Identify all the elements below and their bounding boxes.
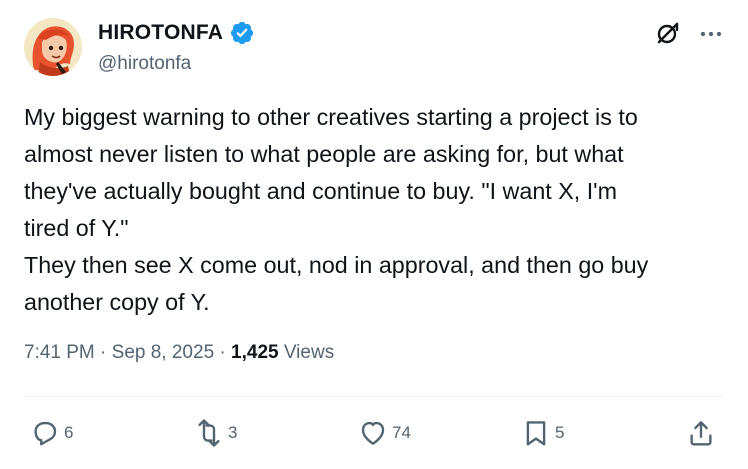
repost-button[interactable]: 3: [194, 418, 237, 448]
bookmark-count: 5: [555, 423, 565, 442]
more-icon[interactable]: [698, 21, 724, 47]
bookmark-icon: [526, 421, 546, 446]
avatar[interactable]: [24, 18, 82, 76]
repost-count: 3: [228, 423, 238, 442]
grok-icon[interactable]: [655, 20, 681, 46]
like-icon: [361, 421, 385, 445]
meta-separator: ·: [214, 342, 232, 363]
divider: [24, 396, 724, 397]
like-button[interactable]: 74: [358, 418, 411, 448]
author-handle[interactable]: @hirotonfa: [98, 53, 191, 75]
tweet-date[interactable]: Sep 8, 2025: [112, 342, 214, 364]
author-name-row[interactable]: HIROTONFA: [98, 20, 255, 46]
bookmark-button[interactable]: 5: [521, 418, 564, 448]
reply-button[interactable]: 6: [30, 418, 73, 448]
views-count: 1,425: [231, 342, 279, 363]
share-icon: [690, 421, 712, 446]
tweet-meta: 7:41 PM · Sep 8, 2025 · 1,425 Views: [24, 342, 334, 364]
reply-count: 6: [64, 423, 74, 442]
tweet-text: My biggest warning to other creatives st…: [24, 104, 649, 315]
tweet-time[interactable]: 7:41 PM: [24, 342, 95, 364]
verified-badge-icon: [229, 20, 255, 46]
reply-icon: [34, 421, 57, 446]
like-count: 74: [392, 423, 411, 442]
meta-separator: ·: [94, 342, 112, 363]
views-label: Views: [278, 342, 335, 363]
repost-icon: [198, 419, 220, 447]
share-button[interactable]: [686, 418, 716, 448]
display-name[interactable]: HIROTONFA: [98, 21, 223, 45]
